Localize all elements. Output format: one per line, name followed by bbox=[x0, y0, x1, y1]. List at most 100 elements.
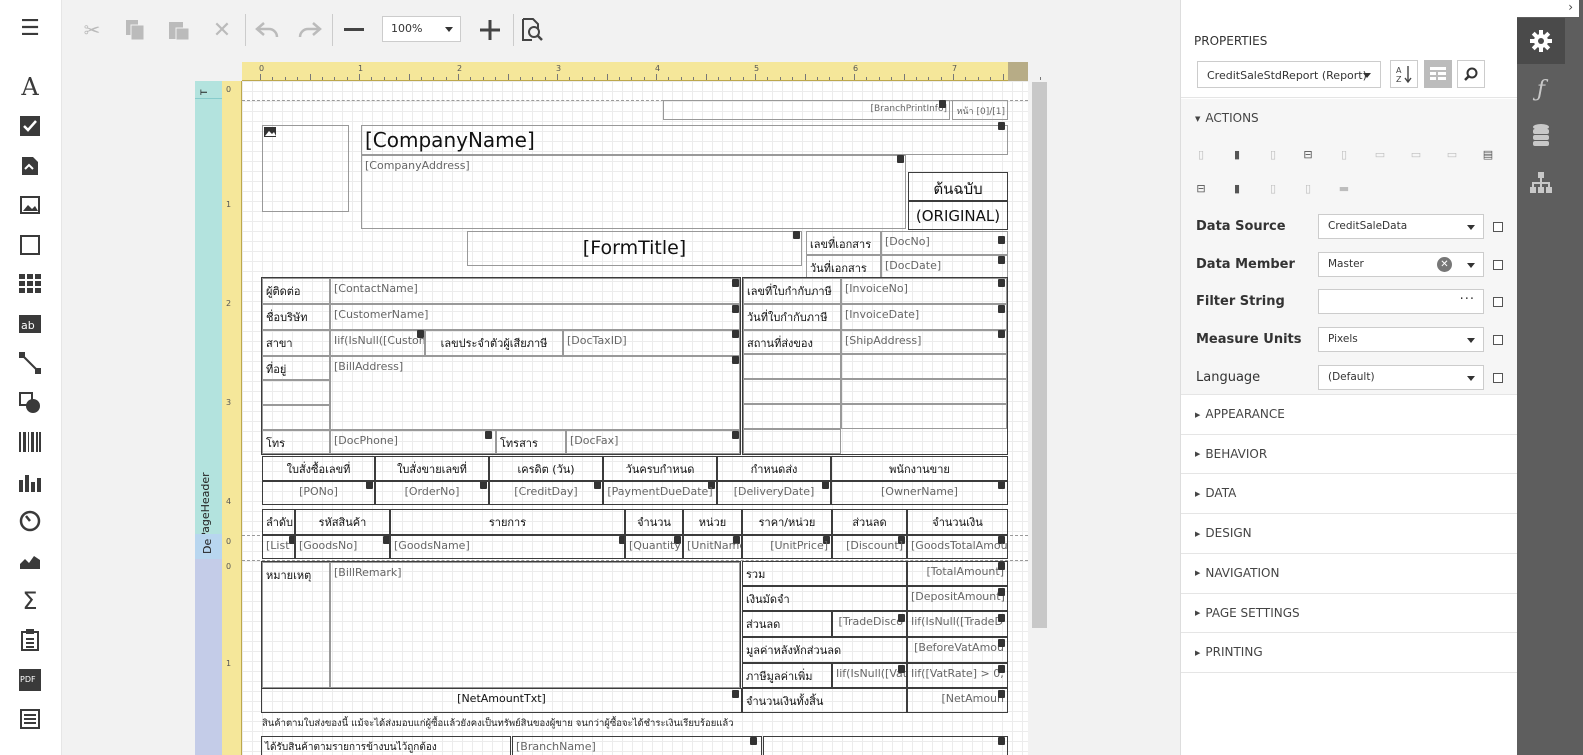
property-input-language[interactable]: (Default) bbox=[1318, 364, 1484, 390]
info-value-cell[interactable]: [DeliveryDate] bbox=[717, 481, 831, 505]
footer-branch-field[interactable]: [BranchName] bbox=[512, 736, 762, 755]
barcode-tool-icon[interactable] bbox=[17, 429, 43, 455]
align-action-icon[interactable]: ▯ bbox=[1195, 148, 1207, 161]
company-address-field[interactable]: [CompanyAddress] bbox=[361, 155, 906, 229]
doc-no-field[interactable]: [DocNo] bbox=[881, 231, 1008, 255]
paste-icon[interactable] bbox=[165, 16, 193, 44]
original-en-label[interactable]: (ORIGINAL) bbox=[908, 201, 1008, 230]
expressions-icon[interactable]: ƒ bbox=[1517, 66, 1565, 112]
property-input-measure-units[interactable]: Pixels bbox=[1318, 327, 1484, 353]
fax-label[interactable]: โทรสาร bbox=[496, 430, 566, 454]
property-checkbox[interactable] bbox=[1493, 259, 1503, 270]
align-action-icon[interactable]: ▭ bbox=[1374, 148, 1386, 161]
redo-icon[interactable] bbox=[296, 16, 324, 44]
cut-icon[interactable]: ✂ bbox=[78, 16, 106, 44]
detail-header-cell[interactable]: รายการ bbox=[390, 509, 625, 535]
hamburger-menu-icon[interactable]: ☰ bbox=[17, 16, 43, 42]
section-design[interactable]: ▶ DESIGN bbox=[1195, 526, 1252, 540]
empty-cell[interactable] bbox=[743, 379, 841, 404]
info-value-cell[interactable]: [OrderNo] bbox=[375, 481, 489, 505]
sort-alphabetically-icon[interactable]: AZ bbox=[1390, 60, 1418, 88]
panel-tool-icon[interactable] bbox=[17, 232, 43, 258]
align-action-icon[interactable]: ⊟ bbox=[1302, 148, 1314, 161]
shape-tool-icon[interactable] bbox=[17, 390, 43, 416]
info-header-cell[interactable]: ใบสั่งซื้อเลขที่ bbox=[262, 456, 375, 481]
trade-discount-expression[interactable]: Iif(IsNull([TradeD bbox=[907, 611, 1008, 637]
info-header-cell[interactable]: วันครบกำหนด bbox=[603, 456, 717, 481]
report-page[interactable]: [BranchPrintInfo] หน้า [0]/[1] [CompanyN… bbox=[242, 81, 1028, 755]
align-action-icon[interactable]: ▭ bbox=[1410, 148, 1422, 161]
line-tool-icon[interactable] bbox=[17, 350, 43, 376]
properties-gear-icon[interactable] bbox=[1517, 18, 1565, 64]
field-list-icon[interactable] bbox=[1517, 112, 1565, 158]
detail-value-cell[interactable]: [GoodsTotalAmou bbox=[907, 535, 1008, 559]
object-selector[interactable]: CreditSaleStdReport (Report) bbox=[1197, 61, 1381, 88]
net-amount-text-field[interactable]: [NetAmountTxt] bbox=[261, 688, 742, 713]
total-amount-field[interactable]: [TotalAmount] bbox=[907, 561, 1008, 586]
before-vat-label[interactable]: มูลค่าหลังหักส่วนลด bbox=[742, 637, 907, 663]
footer-note[interactable]: สินค้าตามใบส่งของนี้ แม้จะได้ส่งมอบแก่ผู… bbox=[262, 716, 1002, 732]
align-action-icon[interactable]: ⊟ bbox=[1195, 182, 1207, 195]
section-printing[interactable]: ▶ PRINTING bbox=[1195, 645, 1263, 659]
section-behavior[interactable]: ▶ BEHAVIOR bbox=[1195, 447, 1267, 461]
logo-picture[interactable] bbox=[262, 125, 349, 212]
deposit-amount-field[interactable]: [DepositAmount] bbox=[907, 586, 1008, 611]
sparkline-tool-icon[interactable] bbox=[17, 548, 43, 574]
empty-cell[interactable] bbox=[841, 354, 1007, 379]
net-amount-field[interactable]: [NetAmoun bbox=[907, 688, 1008, 713]
invoice-no-field[interactable]: [InvoiceNo] bbox=[841, 278, 1007, 304]
property-input-data-source[interactable]: CreditSaleData bbox=[1318, 214, 1484, 239]
net-label[interactable]: จำนวนเงินทั้งสิ้น bbox=[742, 688, 907, 713]
branch-expression-field[interactable]: Iif(IsNull([Custom bbox=[330, 330, 425, 356]
contact-name-field[interactable]: [ContactName] bbox=[330, 278, 740, 304]
align-action-icon[interactable]: ▯ bbox=[1267, 182, 1279, 195]
categorized-view-icon[interactable] bbox=[1424, 60, 1452, 88]
detail-value-cell[interactable]: [UnitName bbox=[683, 535, 742, 559]
picture-tool-icon[interactable] bbox=[17, 192, 43, 218]
empty-cell[interactable] bbox=[743, 404, 841, 429]
detail-header-cell[interactable]: จำนวน bbox=[625, 509, 683, 535]
property-checkbox[interactable] bbox=[1493, 335, 1503, 346]
ship-address-field[interactable]: [ShipAddress] bbox=[841, 330, 1007, 354]
info-header-cell[interactable]: ใบสั่งขายเลขที่ bbox=[375, 456, 489, 481]
detail-header-cell[interactable]: จำนวนเงิน bbox=[907, 509, 1008, 535]
company-name-field[interactable]: [CompanyName] bbox=[361, 125, 1008, 155]
vat-expression-1[interactable]: Iif(IsNull([Vat bbox=[832, 663, 907, 688]
summary-tool-icon[interactable]: Σ bbox=[17, 588, 43, 614]
zoom-in-icon[interactable] bbox=[476, 16, 504, 44]
footer-received-label[interactable]: ได้รับสินค้าตามรายการข้างบนไว้ถูกต้อง bbox=[261, 736, 511, 755]
page-info-tool-icon[interactable] bbox=[17, 627, 43, 653]
align-action-icon[interactable]: ▤ bbox=[1482, 148, 1494, 161]
doc-no-label[interactable]: เลขที่เอกสาร bbox=[806, 231, 881, 255]
info-header-cell[interactable]: กำหนดส่ง bbox=[717, 456, 831, 481]
info-value-cell[interactable]: [CreditDay] bbox=[489, 481, 603, 505]
character-comb-tool-icon[interactable]: ab bbox=[17, 311, 43, 337]
info-value-cell[interactable]: [OwnerName] bbox=[831, 481, 1008, 505]
detail-value-cell[interactable]: [UnitPrice] bbox=[742, 535, 832, 559]
deposit-label[interactable]: เงินมัดจำ bbox=[742, 586, 907, 611]
zoom-select[interactable]: 100% bbox=[382, 16, 461, 42]
empty-cell[interactable] bbox=[841, 404, 1007, 429]
copy-icon[interactable] bbox=[121, 16, 149, 44]
search-icon[interactable] bbox=[1457, 60, 1485, 88]
customer-name-field[interactable]: [CustomerName] bbox=[330, 304, 740, 330]
vat-expression-2[interactable]: Iif([VatRate] > 0, bbox=[907, 663, 1008, 688]
empty-cell[interactable] bbox=[262, 405, 330, 430]
form-title-field[interactable]: [FormTitle] bbox=[467, 231, 802, 266]
section-data[interactable]: ▶ DATA bbox=[1195, 486, 1236, 500]
customer-label[interactable]: ชื่อบริษัท bbox=[262, 304, 330, 330]
table-tool-icon[interactable] bbox=[17, 271, 43, 297]
detail-value-cell[interactable]: [Discount] bbox=[832, 535, 907, 559]
remark-label[interactable]: หมายเหตุ bbox=[262, 562, 330, 688]
invoice-date-label[interactable]: วันที่ใบกำกับภาษี bbox=[743, 304, 841, 330]
checkbox-tool-icon[interactable] bbox=[17, 113, 43, 139]
section-page-settings[interactable]: ▶ PAGE SETTINGS bbox=[1195, 606, 1300, 620]
report-explorer-icon[interactable] bbox=[1517, 160, 1565, 206]
page-header-band-strip[interactable]: PageHeader bbox=[195, 99, 222, 539]
info-value-cell[interactable]: [PONo] bbox=[262, 481, 375, 505]
contact-label[interactable]: ผู้ติดต่อ bbox=[262, 278, 330, 304]
undo-icon[interactable] bbox=[253, 16, 281, 44]
branch-print-info-field[interactable]: [BranchPrintInfo] bbox=[663, 100, 950, 120]
vat-label[interactable]: ภาษีมูลค่าเพิ่ม bbox=[742, 663, 832, 688]
doc-date-label[interactable]: วันที่เอกสาร bbox=[806, 255, 881, 279]
